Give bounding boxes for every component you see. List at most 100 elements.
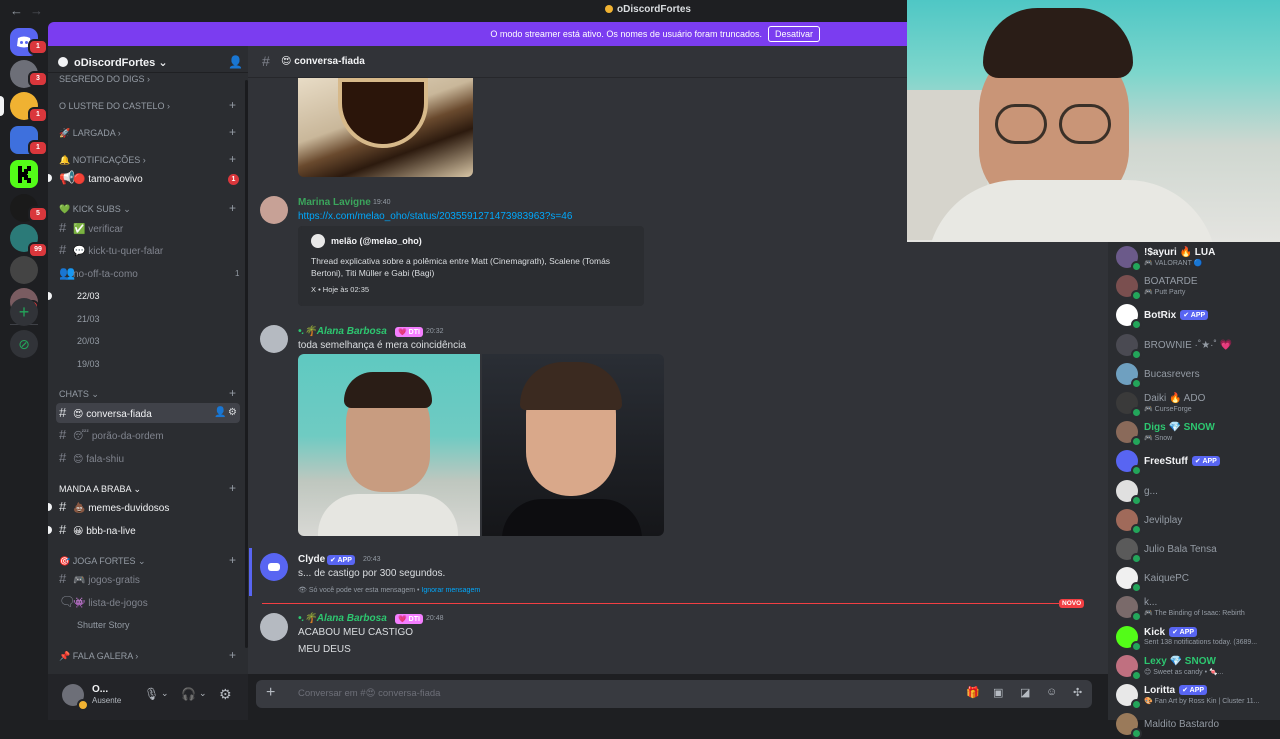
channel-memes-duvidosos[interactable]: # 💩 memes-duvidosos (59, 497, 243, 517)
message-author[interactable]: Marina Lavigne (298, 197, 371, 208)
ignore-message-link[interactable]: Ignorar mensagem (421, 587, 480, 594)
category-manda-a-braba[interactable]: MANDA A BRABA ⌄ (59, 484, 141, 495)
apps-icon[interactable]: ✣ (1073, 686, 1082, 699)
attach-plus-icon[interactable]: + (266, 684, 275, 702)
kick-server-icon[interactable] (10, 160, 38, 188)
avatar[interactable] (260, 325, 288, 353)
channel-label: 💬 kick-tu-quer-falar (73, 246, 164, 257)
add-server-icon[interactable]: + (10, 298, 38, 326)
member-name: Maldito Bastardo (1144, 719, 1220, 731)
channel-jogos-gratis[interactable]: # 🎮 jogos-gratis (59, 569, 243, 589)
category-fala-galera[interactable]: 📌 FALA GALERA › (59, 651, 138, 662)
member-item[interactable]: Jevilplay (1114, 507, 1274, 535)
message-text: MEU DEUS (298, 644, 351, 655)
image-attachment-left[interactable] (298, 354, 480, 536)
channel-label: 💩 memes-duvidosos (73, 503, 170, 514)
image-attachment[interactable] (298, 78, 473, 177)
explore-servers-icon[interactable]: ⊘ (10, 330, 38, 358)
chevron-down-icon[interactable]: ⌄ (199, 688, 207, 699)
server-icon[interactable] (10, 256, 38, 284)
member-item[interactable]: BROWNIE ·˚★·˚ 💗 (1114, 332, 1274, 360)
avatar[interactable] (260, 196, 288, 224)
member-item[interactable]: Lexy 💎 SNOW 😊 Sweet as candy • 🍬... (1114, 653, 1274, 681)
channel-kick-tu-quer-falar[interactable]: # 💬 kick-tu-quer-falar (59, 240, 243, 260)
message-input[interactable]: Conversar em #😍 conversa-fiada (298, 688, 440, 699)
category-kick-subs[interactable]: 💚 KICK SUBS ⌄ (59, 204, 131, 215)
image-attachment-right[interactable] (482, 354, 664, 536)
member-name: BotRix ✔ APP (1144, 310, 1209, 321)
thread-shutter-story[interactable]: Shutter Story (77, 620, 130, 630)
member-item[interactable]: Maldito Bastardo (1114, 711, 1274, 739)
message-time: 20:48 (426, 615, 444, 622)
create-channel-icon[interactable]: + (229, 386, 236, 400)
microphone-icon[interactable]: 🎙 (144, 687, 159, 701)
channel-no-off-ta-como[interactable]: 👥no-off-ta-como (59, 263, 243, 283)
app-tag: ✔ APP (327, 555, 355, 565)
member-item[interactable]: KaiquePC (1114, 565, 1274, 594)
thread-19-03[interactable]: 19/03 (77, 359, 100, 369)
member-item[interactable]: Daiki 🔥 ADO 🎮 CurseForge (1114, 390, 1274, 418)
app-tag: ✔ APP (1180, 310, 1209, 321)
member-item[interactable]: Bucasrevers (1114, 361, 1274, 389)
create-channel-icon[interactable]: + (229, 201, 236, 215)
invite-people-icon[interactable]: 👤 (228, 55, 243, 69)
gift-icon[interactable]: 🎁 (966, 686, 980, 699)
channel-lista-de-jogos[interactable]: 🗨👾 lista-de-jogos (59, 592, 243, 612)
gear-icon[interactable]: ⚙ (219, 686, 232, 703)
channel-porao-da-ordem[interactable]: # 😴 porão-da-ordem (59, 425, 243, 445)
member-item[interactable]: g... (1114, 478, 1274, 506)
emoji-icon[interactable]: ☺ (1046, 686, 1057, 698)
member-item[interactable]: FreeStuff ✔ APP (1114, 448, 1274, 477)
channel-label: 😴 porão-da-ordem (73, 431, 164, 442)
category-segredo-do-digs[interactable]: SEGREDO DO DIGS › (59, 74, 150, 84)
channel-conversa-fiada[interactable]: # 😍 conversa-fiada 👤 ⚙ (56, 403, 240, 423)
channel-fala-shiu[interactable]: # 😊 fala-shiu (59, 448, 243, 468)
new-badge: NOVO (1059, 599, 1085, 608)
gear-icon[interactable]: ⚙ (228, 403, 237, 423)
channel-verificar[interactable]: # ✅ verificar (59, 218, 243, 238)
avatar[interactable] (260, 613, 288, 641)
member-item[interactable]: Loritta ✔ APP 🎨 Fan Art by Ross Kin | Clus… (1114, 682, 1274, 710)
message-author[interactable]: •.🌴Alana Barbosa (298, 326, 387, 337)
online-status-icon (1131, 319, 1142, 331)
create-channel-icon[interactable]: + (229, 553, 236, 567)
member-item[interactable]: Julio Bala Tensa (1114, 536, 1274, 564)
category-notificacoes[interactable]: 🔔 NOTIFICAÇÕES › (59, 155, 146, 166)
header-divider (48, 72, 248, 73)
embed-author[interactable]: melão (@melao_oho) (331, 236, 422, 246)
member-item[interactable]: Digs 💎 SNOW 🎮 Snow (1114, 419, 1274, 448)
create-channel-icon[interactable]: + (229, 98, 236, 112)
category-chats[interactable]: CHATS ⌄ (59, 389, 99, 400)
category-largada[interactable]: 🚀 LARGADA › (59, 128, 121, 139)
server-name[interactable]: oDiscordFortes ⌄ (58, 56, 168, 69)
avatar[interactable] (260, 553, 288, 581)
member-item[interactable]: BotRix ✔ APP (1114, 302, 1274, 331)
member-item[interactable]: BOATARDE 🎮 Putt Party (1114, 273, 1274, 302)
create-invite-icon[interactable]: 👤 (214, 403, 226, 423)
channel-tamo-aovivo[interactable]: 📢🔴 tamo-aovivo (59, 168, 243, 188)
disable-streamer-mode-button[interactable]: Desativar (768, 26, 820, 42)
message-author[interactable]: •.🌴Alana Barbosa (298, 613, 387, 624)
thread-20-03[interactable]: 20/03 (77, 336, 100, 346)
category-o-lustre-do-castelo[interactable]: O LUSTRE DO CASTELO › (59, 101, 170, 111)
headphones-icon[interactable]: 🎧 (181, 687, 196, 701)
create-channel-icon[interactable]: + (229, 125, 236, 139)
member-item[interactable]: Kick ✔ APP Sent 138 notifications today. (… (1114, 624, 1274, 652)
message-link[interactable]: https://x.com/melao_oho/status/203559127… (298, 211, 572, 222)
create-channel-icon[interactable]: + (229, 152, 236, 166)
thread-22-03[interactable]: 22/03 (77, 291, 100, 301)
member-item[interactable]: !$ayuri 🔥 LUA 🎮 VALORANT 🔵 (1114, 244, 1274, 272)
thread-21-03[interactable]: 21/03 (77, 314, 100, 324)
create-channel-icon[interactable]: + (229, 481, 236, 495)
gif-icon[interactable]: ▣ (993, 686, 1003, 699)
announcement-icon: 📢 (59, 170, 76, 185)
sticker-icon[interactable]: ◪ (1020, 686, 1030, 699)
member-item[interactable]: k... 🎮 The Binding of Isaac: Rebirth (1114, 594, 1274, 623)
category-joga-fortes[interactable]: 🎯 JOGA FORTES ⌄ (59, 556, 146, 567)
message-author[interactable]: Clyde (298, 554, 325, 565)
chevron-down-icon[interactable]: ⌄ (161, 688, 169, 699)
hair-image (344, 372, 432, 408)
member-activity: 🎮 VALORANT 🔵 (1144, 260, 1203, 267)
create-channel-icon[interactable]: + (229, 648, 236, 662)
channel-bbb-na-live[interactable]: # 😀 bbb-na-live (59, 520, 243, 540)
